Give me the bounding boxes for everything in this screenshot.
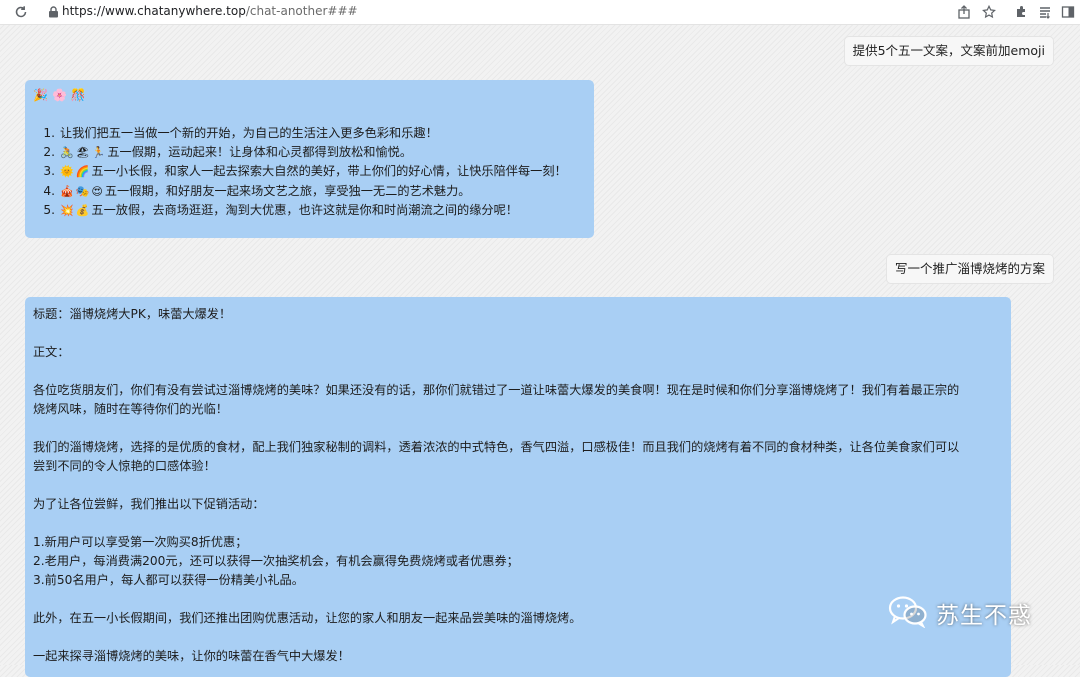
circus-tent-icon: 🎪 [60, 184, 74, 198]
address-bar[interactable]: https://www.chatanywhere.top/chat-anothe… [62, 4, 358, 18]
money-bag-icon: 💰 [75, 203, 90, 217]
reply-promo-1: 1.新用户可以享受第一次购买8折优惠； [33, 535, 248, 549]
watermark-text: 苏生不惑 [936, 603, 1032, 629]
copy-list: 1. 让我们把五一当做一个新的开始，为自己的生活注入更多色彩和乐趣！ 2. 🚴 … [41, 124, 567, 220]
list-item-number: 1. [43, 126, 55, 140]
reply-closing: 一起来探寻淄博烧烤的美味，让你的味蕾在香气中大爆发！ [33, 649, 350, 663]
watermark: 苏生不惑 [888, 594, 1032, 632]
list-item-number: 3. [43, 164, 55, 179]
star-icon[interactable] [980, 3, 998, 21]
list-item: 3. 🌞 🌈 五一小长假，和家人一起去探索大自然的美好，带上你们的好心情，让快乐… [41, 162, 567, 181]
side-panel-icon[interactable] [1059, 3, 1077, 21]
reply-promo-3: 3.前50名用户，每人都可以获得一份精美小礼品。 [33, 573, 304, 587]
party-popper-icon: 🎉 [33, 88, 48, 102]
list-item-number: 4. [43, 183, 55, 198]
runner-icon: 🏃 [91, 146, 106, 160]
share-icon[interactable] [955, 3, 973, 21]
list-item-number: 2. [43, 145, 55, 160]
wechat-icon [888, 594, 928, 632]
theater-masks-icon: 🎭 [75, 184, 90, 198]
lock-icon[interactable] [44, 3, 62, 21]
reply-title: 标题：淄博烧烤大PK，味蕾大爆发！ [33, 307, 232, 321]
reading-list-icon[interactable] [1036, 3, 1054, 21]
user-message-1-text: 提供5个五一文案，文案前加emoji [852, 43, 1045, 58]
confetti-ball-icon: 🎊 [70, 88, 86, 102]
list-item: 1. 让我们把五一当做一个新的开始，为自己的生活注入更多色彩和乐趣！ [41, 124, 567, 143]
header-emoji-row: 🎉 🌸 🎊 [33, 88, 86, 102]
flower-icon: 🌸 [51, 88, 67, 102]
beach-icon: 🏖 [75, 146, 90, 160]
list-item: 4. 🎪 🎭 😍 五一假期，和好朋友一起来场文艺之旅，享受独一无二的艺术魅力。 [41, 182, 567, 201]
rainbow-icon: 🌈 [75, 165, 90, 179]
user-message-2: 写一个推广淄博烧烤的方案 [885, 254, 1054, 284]
list-item-text: 五一假期，和好朋友一起来场文艺之旅，享受独一无二的艺术魅力。 [104, 183, 471, 198]
list-item: 5. 💥 💰 五一放假，去商场逛逛，淘到大优惠，也许这就是你和时尚潮流之间的缘分… [41, 201, 567, 220]
reply-promo-2: 2.老用户，每消费满200元，还可以获得一次抽奖机会，有机会赢得免费烧烤或者优惠… [33, 554, 519, 568]
reply-paragraph-2b: 尝到不同的令人惊艳的口感体验！ [33, 459, 216, 473]
assistant-message-1: 🎉 🌸 🎊 1. 让我们把五一当做一个新的开始，为自己的生活注入更多色彩和乐趣！… [25, 80, 594, 238]
reply-paragraph-3: 此外，在五一小长假期间，我们还推出团购优惠活动，让您的家人和朋友一起来品尝美味的… [33, 611, 582, 625]
list-item: 2. 🚴 🏖 🏃 五一假期，运动起来！让身体和心灵都得到放松和愉悦。 [41, 143, 567, 162]
assistant-message-2: 标题：淄博烧烤大PK，味蕾大爆发！ 正文： 各位吃货朋友们，你们有没有尝试过淄博… [25, 297, 1011, 677]
user-message-2-text: 写一个推广淄博烧烤的方案 [894, 261, 1045, 276]
list-item-text: 让我们把五一当做一个新的开始，为自己的生活注入更多色彩和乐趣！ [60, 126, 438, 140]
reply-body-label: 正文： [33, 345, 70, 359]
collision-icon: 💥 [60, 203, 74, 217]
bicycle-icon: 🚴 [60, 146, 74, 160]
reply-paragraph-2a: 我们的淄博烧烤，选择的是优质的食材，配上我们独家秘制的调料，透着浓浓的中式特色，… [33, 440, 960, 454]
sun-icon: 🌞 [60, 165, 74, 179]
browser-toolbar: https://www.chatanywhere.top/chat-anothe… [0, 0, 1080, 25]
heart-eyes-icon: 😍 [91, 184, 103, 198]
url-path: /chat-another### [245, 4, 358, 18]
url-host: https://www.chatanywhere.top [62, 4, 246, 18]
user-message-1: 提供5个五一文案，文案前加emoji [843, 36, 1054, 66]
reply-paragraph-1a: 各位吃货朋友们，你们有没有尝试过淄博烧烤的美味？如果还没有的话，那你们就错过了一… [33, 383, 960, 397]
reply-paragraph-1b: 烧烤风味，随时在等待你们的光临！ [33, 402, 228, 416]
extensions-icon[interactable] [1012, 3, 1030, 21]
reply-promo-intro: 为了让各位尝鲜，我们推出以下促销活动： [33, 497, 265, 511]
list-item-text: 五一假期，运动起来！让身体和心灵都得到放松和愉悦。 [107, 145, 413, 160]
list-item-text: 五一放假，去商场逛逛，淘到大优惠，也许这就是你和时尚潮流之间的缘分呢！ [91, 202, 518, 217]
reload-icon[interactable] [12, 3, 30, 21]
list-item-number: 5. [43, 202, 55, 217]
list-item-text: 五一小长假，和家人一起去探索大自然的美好，带上你们的好心情，让快乐陪伴每一刻！ [91, 164, 567, 179]
